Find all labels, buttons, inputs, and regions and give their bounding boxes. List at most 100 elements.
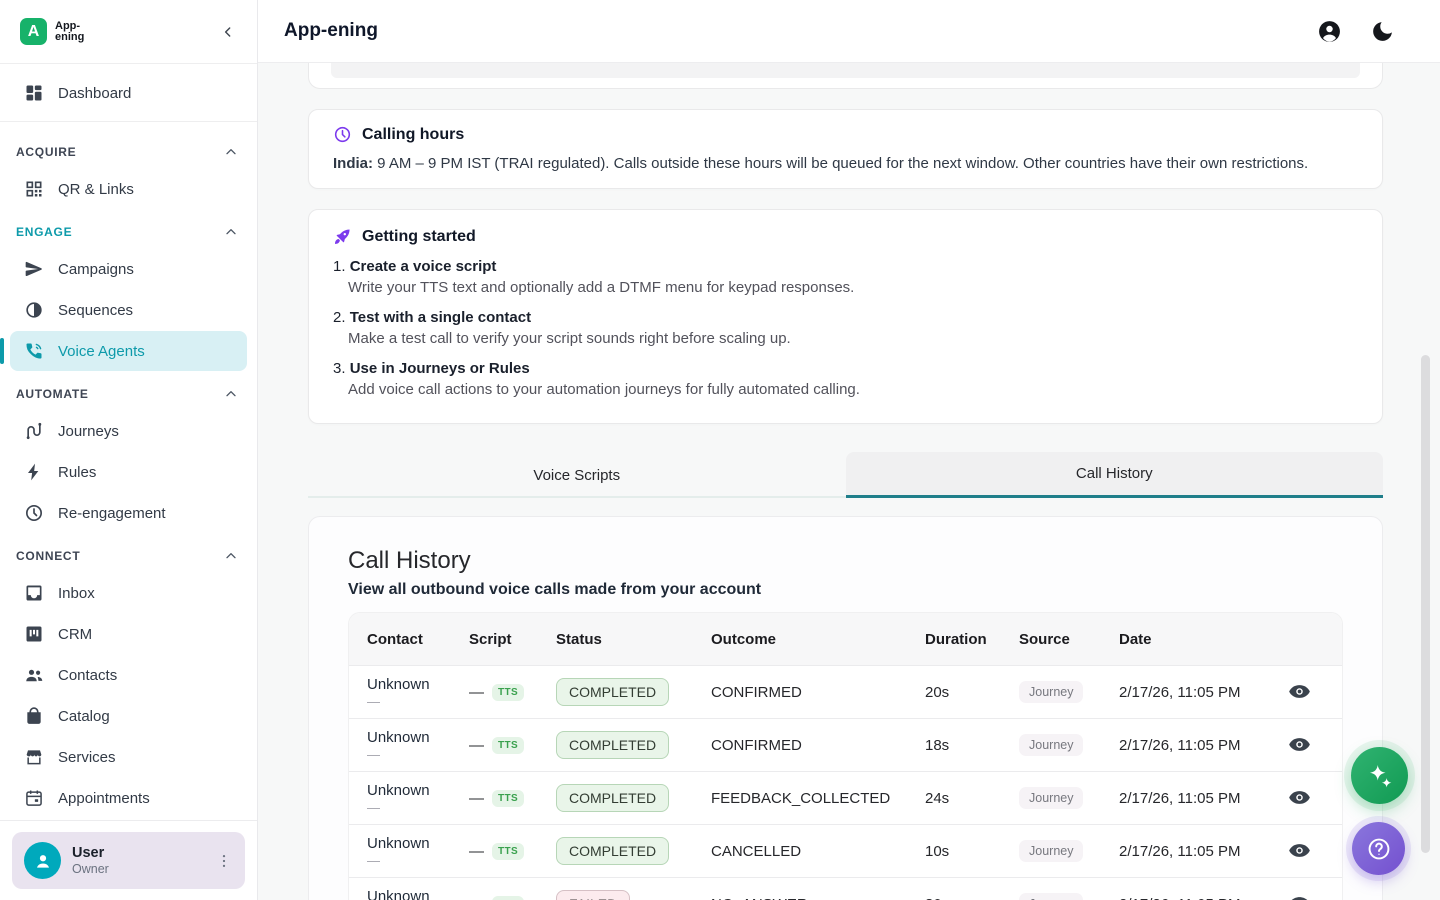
cell-source: Journey bbox=[1001, 893, 1101, 900]
getting-started-step: 2. Test with a single contact Make a tes… bbox=[333, 307, 1358, 349]
step-description: Add voice call actions to your automatio… bbox=[333, 380, 1358, 400]
sidebar-item-sequences[interactable]: Sequences bbox=[10, 290, 247, 330]
sidebar-item-voice-agents[interactable]: Voice Agents bbox=[10, 331, 247, 371]
chevron-up-icon bbox=[223, 224, 239, 240]
sidebar-item-label: Rules bbox=[58, 464, 96, 481]
route-icon bbox=[24, 421, 44, 441]
cell-duration: 18s bbox=[907, 737, 1001, 754]
column-header-script: Script bbox=[451, 631, 538, 648]
view-call-button[interactable] bbox=[1288, 786, 1312, 810]
step-description: Write your TTS text and optionally add a… bbox=[333, 278, 1358, 298]
tab-label: Voice Scripts bbox=[533, 467, 620, 484]
sidebar-item-contacts[interactable]: Contacts bbox=[10, 655, 247, 695]
view-call-button[interactable] bbox=[1288, 892, 1312, 900]
moon-icon bbox=[1370, 19, 1395, 44]
view-call-button[interactable] bbox=[1288, 733, 1312, 757]
sidebar-item-label: Contacts bbox=[58, 667, 117, 684]
section-label: ENGAGE bbox=[16, 225, 72, 239]
people-icon bbox=[24, 665, 44, 685]
sidebar-item-inbox[interactable]: Inbox bbox=[10, 573, 247, 613]
column-header-contact: Contact bbox=[349, 631, 451, 648]
sidebar-item-catalog[interactable]: Catalog bbox=[10, 696, 247, 736]
sidebar-item-label: Appointments bbox=[58, 790, 150, 807]
eye-icon bbox=[1288, 892, 1312, 900]
cell-contact: Unknown — bbox=[349, 729, 451, 762]
status-badge: FAILED bbox=[556, 890, 630, 900]
cell-script: — TTS bbox=[451, 737, 538, 754]
sidebar-item-journeys[interactable]: Journeys bbox=[10, 411, 247, 451]
cell-date: 2/17/26, 11:05 PM bbox=[1101, 737, 1257, 754]
sidebar-item-qr-links[interactable]: QR & Links bbox=[10, 169, 247, 209]
contact-sub: — bbox=[367, 853, 451, 868]
sidebar-item-campaigns[interactable]: Campaigns bbox=[10, 249, 247, 289]
tab-call-history[interactable]: Call History bbox=[846, 452, 1384, 498]
script-dash: — bbox=[469, 896, 484, 900]
contact-name: Unknown bbox=[367, 782, 451, 799]
calendar-icon bbox=[24, 788, 44, 808]
tab-voice-scripts[interactable]: Voice Scripts bbox=[308, 452, 846, 498]
column-header-duration: Duration bbox=[907, 631, 1001, 648]
app-logo: A bbox=[20, 18, 47, 45]
sidebar-item-crm[interactable]: CRM bbox=[10, 614, 247, 654]
scrollbar-thumb[interactable] bbox=[1421, 355, 1430, 853]
tts-badge: TTS bbox=[492, 896, 524, 900]
sidebar-item-dashboard[interactable]: Dashboard bbox=[10, 73, 247, 113]
user-card[interactable]: User Owner bbox=[12, 832, 245, 889]
tts-badge: TTS bbox=[492, 684, 524, 701]
account-button[interactable] bbox=[1316, 18, 1343, 45]
cell-contact: Unknown — bbox=[349, 835, 451, 868]
section-header-acquire[interactable]: ACQUIRE bbox=[0, 130, 257, 168]
step-description: Make a test call to verify your script s… bbox=[333, 329, 1358, 349]
send-icon bbox=[24, 259, 44, 279]
rocket-icon bbox=[333, 227, 352, 246]
contrast-icon bbox=[24, 300, 44, 320]
sidebar-item-label: Services bbox=[58, 749, 116, 766]
cell-actions bbox=[1257, 786, 1342, 810]
dark-mode-toggle[interactable] bbox=[1369, 18, 1396, 45]
cell-source: Journey bbox=[1001, 734, 1101, 756]
cell-outcome: CANCELLED bbox=[693, 843, 907, 860]
help-button[interactable] bbox=[1352, 822, 1405, 875]
sidebar-collapse-button[interactable] bbox=[215, 19, 241, 45]
sidebar-item-label: Dashboard bbox=[58, 85, 131, 102]
ai-assistant-button[interactable] bbox=[1351, 747, 1408, 804]
call-history-card: Call History View all outbound voice cal… bbox=[308, 516, 1383, 900]
source-badge: Journey bbox=[1019, 734, 1083, 756]
cell-source: Journey bbox=[1001, 840, 1101, 862]
source-badge: Journey bbox=[1019, 840, 1083, 862]
content-column: Calling hours India: 9 AM – 9 PM IST (TR… bbox=[308, 63, 1383, 900]
bag-icon bbox=[24, 706, 44, 726]
view-call-button[interactable] bbox=[1288, 680, 1312, 704]
section-header-engage[interactable]: ENGAGE bbox=[0, 210, 257, 248]
cell-actions bbox=[1257, 839, 1342, 863]
sidebar-item-label: Re-engagement bbox=[58, 505, 166, 522]
section-header-automate[interactable]: AUTOMATE bbox=[0, 372, 257, 410]
sidebar-item-label: Catalog bbox=[58, 708, 110, 725]
cell-status: FAILED bbox=[538, 890, 693, 900]
sidebar-item-label: CRM bbox=[58, 626, 92, 643]
sidebar-item-label: Voice Agents bbox=[58, 343, 145, 360]
column-header-source: Source bbox=[1001, 631, 1101, 648]
user-circle-icon bbox=[1317, 19, 1342, 44]
contact-name: Unknown bbox=[367, 729, 451, 746]
sidebar-item-rules[interactable]: Rules bbox=[10, 452, 247, 492]
section-header-connect[interactable]: CONNECT bbox=[0, 534, 257, 572]
top-header: App-ening bbox=[258, 0, 1440, 63]
sidebar-item-services[interactable]: Services bbox=[10, 737, 247, 777]
cell-source: Journey bbox=[1001, 681, 1101, 703]
app-window: A App- ening Dashboard ACQUIREQR & Links… bbox=[0, 0, 1440, 900]
storefront-icon bbox=[24, 747, 44, 767]
getting-started-card: Getting started 1. Create a voice script… bbox=[308, 209, 1383, 424]
source-badge: Journey bbox=[1019, 787, 1083, 809]
divider bbox=[0, 121, 257, 122]
sidebar-sections: ACQUIRE QR & Links ENGAGE CampaignsSequence… bbox=[0, 130, 257, 818]
phone-call-icon bbox=[24, 341, 44, 361]
content-scroll-area[interactable]: Calling hours India: 9 AM – 9 PM IST (TR… bbox=[258, 63, 1440, 900]
cell-actions bbox=[1257, 680, 1342, 704]
sidebar-item-re-engagement[interactable]: Re-engagement bbox=[10, 493, 247, 533]
user-menu-button[interactable] bbox=[215, 852, 233, 870]
view-call-button[interactable] bbox=[1288, 839, 1312, 863]
status-badge: COMPLETED bbox=[556, 731, 669, 759]
sidebar-item-appointments[interactable]: Appointments bbox=[10, 778, 247, 818]
section-label: ACQUIRE bbox=[16, 145, 76, 159]
